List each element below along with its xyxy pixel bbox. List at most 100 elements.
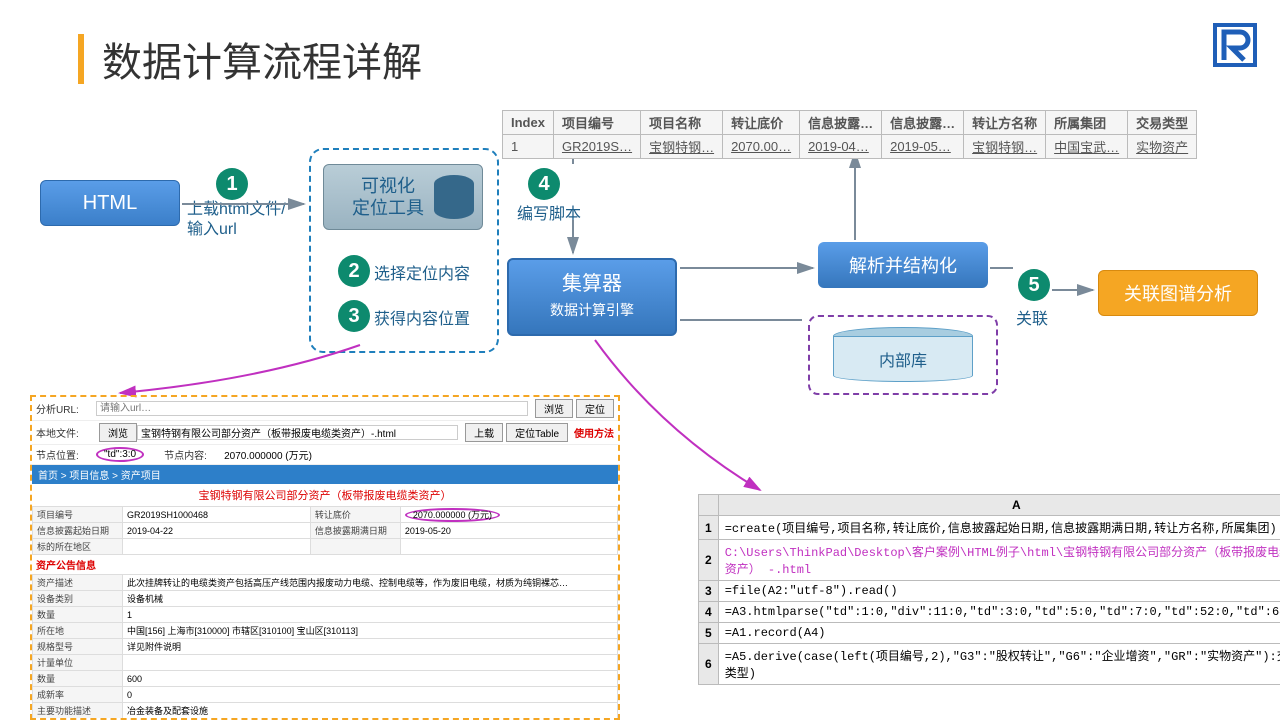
info-key: 主要功能描述	[33, 703, 123, 719]
result-header: 转让底价	[723, 111, 800, 135]
usage-link[interactable]: 使用方法	[574, 425, 614, 440]
html-source-box: HTML	[40, 180, 180, 226]
result-header: Index	[503, 111, 554, 135]
upload-button[interactable]: 上载	[465, 423, 503, 442]
code-row-num: 2	[699, 540, 719, 581]
result-header: 所属集团	[1046, 111, 1128, 135]
info-cell: 信息披露期满日期	[310, 523, 400, 539]
title-bar: 数据计算流程详解	[78, 30, 422, 88]
result-cell: 2019-05…	[882, 135, 964, 159]
info-cell: 2070.000000 (万元)	[400, 507, 617, 523]
step-5-badge: 5	[1018, 269, 1050, 301]
code-cell: =create(项目编号,项目名称,转让底价,信息披露起始日期,信息披露期满日期…	[718, 516, 1280, 540]
step-2-label: 选择定位内容	[374, 260, 470, 284]
step-3-label: 获得内容位置	[374, 305, 470, 329]
content-value: 2070.000000 (万元)	[224, 447, 312, 462]
info-key: 数量	[33, 671, 123, 687]
code-cell: =A1.record(A4)	[718, 623, 1280, 644]
visual-tool-line1: 可视化	[361, 176, 415, 196]
locator-panel: 分析URL: 浏览 定位 本地文件: 浏览 上载 定位Table 使用方法 节点…	[30, 395, 620, 720]
info-cell: 标的所在地区	[33, 539, 123, 555]
visual-locator-box: 可视化 定位工具	[323, 164, 483, 230]
result-header: 项目编号	[553, 111, 640, 135]
pos-label: 节点位置:	[36, 447, 96, 462]
code-row-num: 5	[699, 623, 719, 644]
title-accent	[78, 34, 84, 84]
result-cell: 1	[503, 135, 554, 159]
info-value: 此次挂牌转让的电缆类资产包括高压产线范围内报废动力电缆、控制电缆等，作为废旧电缆…	[123, 575, 618, 591]
result-cell: 宝钢特钢…	[641, 135, 723, 159]
info-key: 设备类别	[33, 591, 123, 607]
info-value: 冶金装备及配套设施	[123, 703, 618, 719]
locate-table-button[interactable]: 定位Table	[506, 423, 568, 442]
result-cell: 实物资产	[1128, 135, 1197, 159]
step-5-label: 关联	[1016, 305, 1048, 329]
visual-tool-line2: 定位工具	[352, 198, 424, 218]
info-cell: 转让底价	[310, 507, 400, 523]
info-cell: 2019-05-20	[400, 523, 617, 539]
info-key: 资产描述	[33, 575, 123, 591]
file-input[interactable]	[137, 425, 458, 440]
info-cell: 项目编号	[33, 507, 123, 523]
info-key: 所在地	[33, 623, 123, 639]
code-cell: =A3.htmlparse("td":1:0,"div":11:0,"td":3…	[718, 602, 1280, 623]
doc-title: 宝钢特钢有限公司部分资产（板带报废电缆类资产）	[32, 484, 618, 506]
info-cell	[310, 539, 400, 555]
info-value: 1	[123, 607, 618, 623]
file-label: 本地文件:	[36, 425, 96, 440]
info-value: 中国[156] 上海市[310000] 市辖区[310100] 宝山区[3101…	[123, 623, 618, 639]
locate-button[interactable]: 定位	[576, 399, 614, 418]
info-value	[123, 655, 618, 671]
cylinder-icon	[434, 175, 474, 219]
code-row-num: 4	[699, 602, 719, 623]
code-col-a: A	[718, 495, 1280, 516]
result-header: 转让方名称	[964, 111, 1046, 135]
pos-value: "td":3:0	[96, 447, 144, 462]
code-row-num: 3	[699, 581, 719, 602]
graph-analysis-box: 关联图谱分析	[1098, 270, 1258, 316]
info-cell: 2019-04-22	[123, 523, 311, 539]
result-cell: 中国宝武…	[1046, 135, 1128, 159]
file-browse-button[interactable]: 浏览	[99, 423, 137, 442]
page-title: 数据计算流程详解	[102, 30, 422, 88]
content-label: 节点内容:	[164, 447, 224, 462]
result-header: 交易类型	[1128, 111, 1197, 135]
info-value: 600	[123, 671, 618, 687]
info-key: 数量	[33, 607, 123, 623]
code-cell: =file(A2:"utf-8").read()	[718, 581, 1280, 602]
step-1-badge: 1	[216, 168, 248, 200]
url-label: 分析URL:	[36, 401, 96, 416]
info-value: 设备机械	[123, 591, 618, 607]
database-icon: 内部库	[833, 327, 973, 383]
url-input[interactable]	[96, 401, 528, 416]
step-4-label: 编写脚本	[517, 200, 581, 224]
browse-button[interactable]: 浏览	[535, 399, 573, 418]
step-3-badge: 3	[338, 300, 370, 332]
info-table-1: 项目编号GR2019SH1000468转让底价2070.000000 (万元)信…	[32, 506, 618, 555]
info-cell	[400, 539, 617, 555]
result-cell: GR2019S…	[553, 135, 640, 159]
result-cell: 宝钢特钢…	[964, 135, 1046, 159]
result-header: 项目名称	[641, 111, 723, 135]
info-value: 详见附件说明	[123, 639, 618, 655]
breadcrumb: 首页 > 项目信息 > 资产项目	[32, 465, 618, 484]
internal-db-group: 内部库	[808, 315, 998, 395]
code-cell: =A5.derive(case(left(项目编号,2),"G3":"股权转让"…	[718, 644, 1280, 685]
result-header: 信息披露…	[800, 111, 882, 135]
info-cell: 信息披露起始日期	[33, 523, 123, 539]
step-1-label: 上载html文件/输入url	[187, 200, 297, 240]
logo-icon	[1210, 20, 1260, 70]
parse-structure-box: 解析并结构化	[818, 242, 988, 288]
step-4-badge: 4	[528, 168, 560, 200]
info-key: 规格型号	[33, 639, 123, 655]
info-key: 计量单位	[33, 655, 123, 671]
code-row-num: 6	[699, 644, 719, 685]
calc-subtitle: 数据计算引擎	[550, 297, 634, 323]
section-header: 资产公告信息	[32, 555, 618, 574]
code-cell: C:\Users\ThinkPad\Desktop\客户案例\HTML例子\ht…	[718, 540, 1280, 581]
result-cell: 2019-04…	[800, 135, 882, 159]
calculator-box: 集算器 数据计算引擎	[507, 258, 677, 336]
code-col-blank	[699, 495, 719, 516]
result-table: Index项目编号项目名称转让底价信息披露…信息披露…转让方名称所属集团交易类型…	[502, 110, 1197, 159]
code-row-num: 1	[699, 516, 719, 540]
